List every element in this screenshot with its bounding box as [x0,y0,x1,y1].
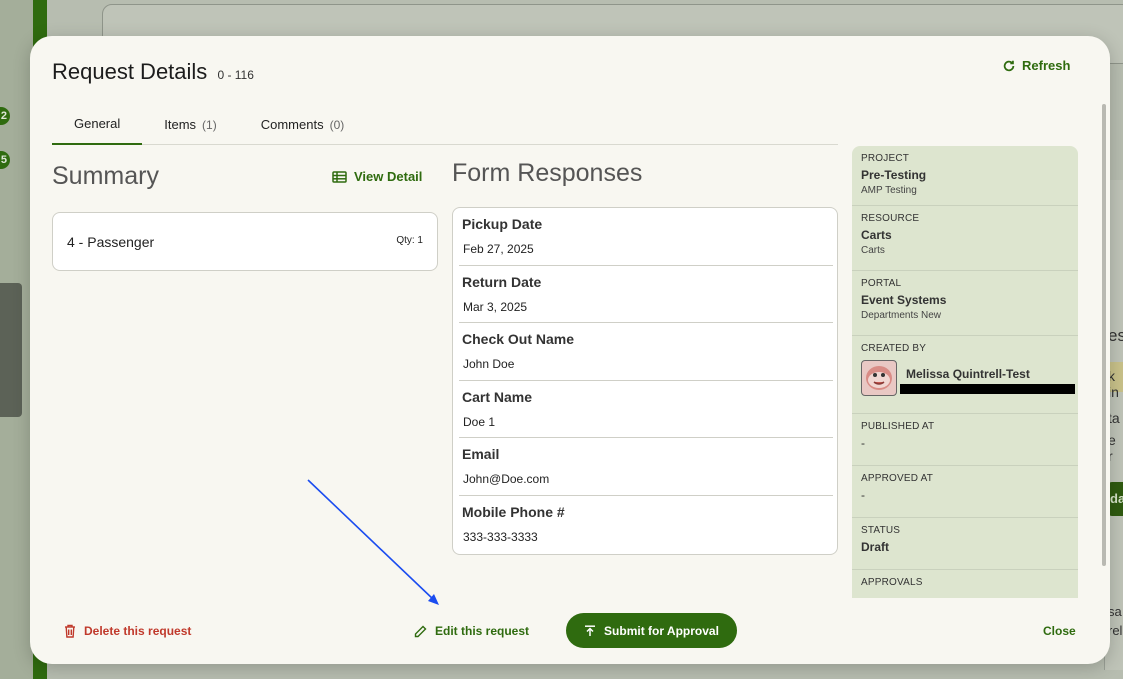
form-value: Mar 3, 2025 [463,299,528,314]
table-icon [332,170,347,183]
section-label: PUBLISHED AT [861,421,935,432]
edit-label: Edit this request [435,624,530,638]
resource-sub: Carts [861,245,885,256]
tab-count: (1) [202,117,217,132]
section-label: RESOURCE [861,213,920,224]
refresh-button[interactable]: Refresh [1002,58,1070,73]
created-by-section: CREATED BY Melissa Quintrell-Test [852,336,1078,414]
creator-name: Melissa Quintrell-Test [906,367,1030,381]
request-metadata-panel: PROJECT Pre-Testing AMP Testing RESOURCE… [852,146,1078,598]
submit-label: Submit for Approval [604,623,719,638]
tab-count: (0) [329,117,345,132]
status-value: Draft [861,540,890,554]
tab-items[interactable]: Items (1) [142,104,238,145]
tab-label: Comments [260,117,324,132]
background-text: es [1108,326,1123,345]
creator-row: Melissa Quintrell-Test [861,360,1075,396]
approved-at-section: APPROVED AT - [852,466,1078,518]
form-value: John@Doe.com [463,472,550,486]
form-label: Return Date [462,273,542,290]
form-label: Mobile Phone # [462,503,565,520]
pencil-icon [414,625,427,637]
form-row: Cart Name Doe 1 [459,381,833,438]
form-row: Check Out Name John Doe [459,323,833,381]
request-id: 0 - 116 [217,68,254,82]
form-row: Email John@Doe.com [459,438,833,496]
refresh-icon [1003,60,1015,71]
section-label: PROJECT [861,153,910,164]
approvals-section: APPROVALS [852,570,1078,595]
view-detail-button[interactable]: View Detail [332,169,422,184]
resource-section: RESOURCE Carts Carts [852,206,1078,271]
tab-bar: General Items (1) Comments (0) [52,104,838,145]
background-text: sa [1108,604,1122,619]
view-detail-label: View Detail [354,169,423,184]
delete-request-button[interactable]: Delete this request [64,624,191,638]
submit-for-approval-button[interactable]: Submit for Approval [566,613,737,648]
approved-at-value: - [861,488,865,502]
trash-icon [65,624,75,638]
published-at-section: PUBLISHED AT - [852,414,1078,466]
published-at-value: - [861,436,865,450]
avatar [861,360,897,396]
project-section: PROJECT Pre-Testing AMP Testing [852,146,1078,206]
summary-item-card[interactable]: 4 - Passenger Qty: 1 [52,212,438,271]
form-row: Mobile Phone # 333-333-3333 [459,496,833,554]
form-label: Email [462,446,500,462]
tab-general[interactable]: General [52,104,143,145]
form-value: Doe 1 [463,414,496,429]
close-button[interactable]: Close [1043,624,1076,638]
section-label: PORTAL [861,278,902,289]
portal-sub: Departments New [861,310,942,321]
portal-section: PORTAL Event Systems Departments New [852,271,1078,336]
tab-label: Items [164,117,197,132]
form-label: Check Out Name [462,331,575,347]
background-panel [0,283,22,417]
form-responses-card: Pickup Date Feb 27, 2025 Return Date Mar… [452,207,838,555]
tab-comments[interactable]: Comments (0) [239,104,367,145]
section-label: APPROVED AT [861,473,934,484]
form-label: Pickup Date [462,216,543,232]
status-section: STATUS Draft [852,518,1078,570]
refresh-label: Refresh [1022,58,1071,73]
tab-label: General [74,116,121,131]
form-responses-heading: Form Responses [452,159,643,187]
delete-label: Delete this request [84,624,192,638]
form-value: John Doe [463,357,515,371]
background-text: e r [1108,432,1116,464]
modal-title-text: Request Details [52,59,208,84]
background-text: k in [1108,368,1119,400]
user-avatar-icon [866,366,892,390]
section-label: APPROVALS [861,577,923,588]
resource-value: Carts [861,228,892,242]
portal-value: Event Systems [861,293,947,307]
form-row: Return Date Mar 3, 2025 [459,266,833,323]
section-label: CREATED BY [861,343,927,354]
item-quantity: Qty: 1 [396,235,423,246]
form-row: Pickup Date Feb 27, 2025 [459,208,833,266]
form-label: Cart Name [462,388,533,405]
section-label: STATUS [861,525,901,536]
request-details-modal: Request Details 0 - 116 Refresh General … [30,36,1110,664]
form-value: Feb 27, 2025 [463,242,534,256]
item-name: 4 - Passenger [67,234,155,250]
edit-request-button[interactable]: Edit this request [414,624,529,638]
background-button: da [1108,482,1123,516]
background-text: rel [1108,623,1123,638]
summary-heading: Summary [52,162,159,190]
project-value: Pre-Testing [861,168,927,182]
modal-title: Request Details 0 - 116 [52,59,254,85]
modal-scrollbar[interactable] [1102,104,1106,566]
form-value: 333-333-3333 [463,529,538,544]
upload-icon [585,624,596,636]
redacted-block [900,384,1075,394]
project-sub: AMP Testing [861,185,917,196]
